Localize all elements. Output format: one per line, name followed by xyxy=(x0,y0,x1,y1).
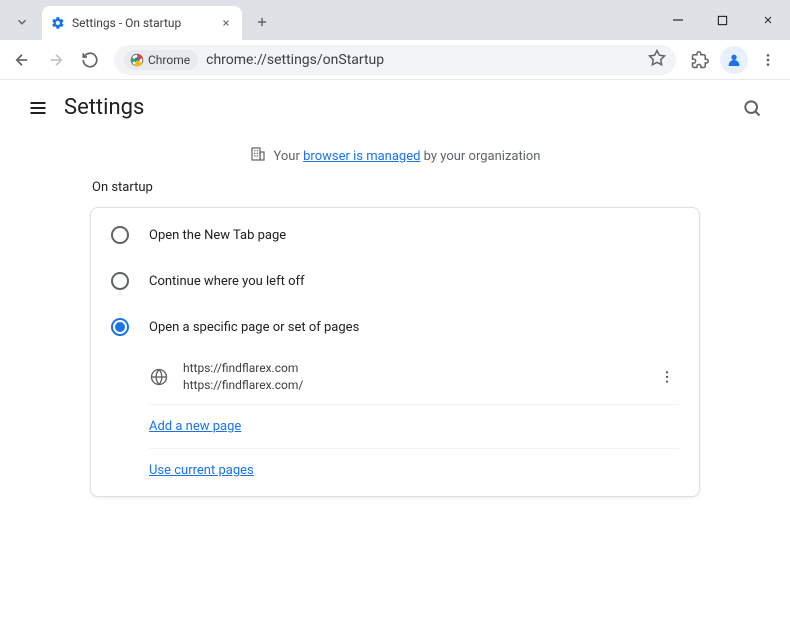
browser-titlebar: Settings - On startup xyxy=(0,0,790,40)
managed-banner: Your browser is managed by your organiza… xyxy=(0,136,790,180)
chrome-menu-button[interactable] xyxy=(752,44,784,76)
add-page-row: Add a new page xyxy=(149,405,679,449)
radio-icon xyxy=(111,318,129,336)
bookmark-star-icon[interactable] xyxy=(648,49,666,71)
radio-label: Open the New Tab page xyxy=(149,228,286,243)
settings-header: Settings xyxy=(0,80,790,136)
radio-continue[interactable]: Continue where you left off xyxy=(91,258,699,304)
building-icon xyxy=(250,146,266,166)
managed-link[interactable]: browser is managed xyxy=(303,149,420,164)
profile-button[interactable] xyxy=(718,44,750,76)
radio-icon xyxy=(111,226,129,244)
startup-page-row: https://findflarex.com https://findflare… xyxy=(149,350,679,405)
startup-pages-list: https://findflarex.com https://findflare… xyxy=(91,350,699,492)
browser-tab[interactable]: Settings - On startup xyxy=(42,6,242,40)
site-chip-label: Chrome xyxy=(148,53,190,67)
reload-button[interactable] xyxy=(74,44,106,76)
back-button[interactable] xyxy=(6,44,38,76)
globe-icon xyxy=(149,367,169,387)
section-title: On startup xyxy=(92,180,700,195)
close-window-button[interactable] xyxy=(745,5,790,35)
page-url-text: https://findflarex.com/ xyxy=(183,377,641,394)
address-bar[interactable]: Chrome chrome://settings/onStartup xyxy=(114,45,676,75)
search-button[interactable] xyxy=(732,88,772,128)
browser-toolbar: Chrome chrome://settings/onStartup xyxy=(0,40,790,80)
startup-card: Open the New Tab page Continue where you… xyxy=(90,207,700,497)
radio-label: Continue where you left off xyxy=(149,274,305,289)
tab-title: Settings - On startup xyxy=(72,16,212,30)
page-text: https://findflarex.com https://findflare… xyxy=(183,360,641,394)
site-chip[interactable]: Chrome xyxy=(124,50,198,70)
close-tab-button[interactable] xyxy=(218,15,234,31)
extensions-button[interactable] xyxy=(684,44,716,76)
content-area: On startup Open the New Tab page Continu… xyxy=(0,180,790,497)
maximize-button[interactable] xyxy=(700,5,745,35)
window-controls xyxy=(655,0,790,40)
hamburger-menu-button[interactable] xyxy=(18,88,58,128)
radio-new-tab[interactable]: Open the New Tab page xyxy=(91,212,699,258)
page-title-text: https://findflarex.com xyxy=(183,360,641,377)
page-menu-button[interactable] xyxy=(655,365,679,389)
tab-search-button[interactable] xyxy=(8,8,36,36)
forward-button[interactable] xyxy=(40,44,72,76)
url-text: chrome://settings/onStartup xyxy=(206,52,640,68)
use-current-pages-link[interactable]: Use current pages xyxy=(149,463,254,478)
use-current-row: Use current pages xyxy=(149,449,679,492)
page-title: Settings xyxy=(64,95,144,120)
radio-icon xyxy=(111,272,129,290)
minimize-button[interactable] xyxy=(655,5,700,35)
radio-specific-pages[interactable]: Open a specific page or set of pages xyxy=(91,304,699,350)
gear-icon xyxy=(50,15,66,31)
radio-label: Open a specific page or set of pages xyxy=(149,320,359,335)
add-new-page-link[interactable]: Add a new page xyxy=(149,419,241,434)
new-tab-button[interactable] xyxy=(248,8,276,36)
managed-text: Your browser is managed by your organiza… xyxy=(274,149,541,164)
